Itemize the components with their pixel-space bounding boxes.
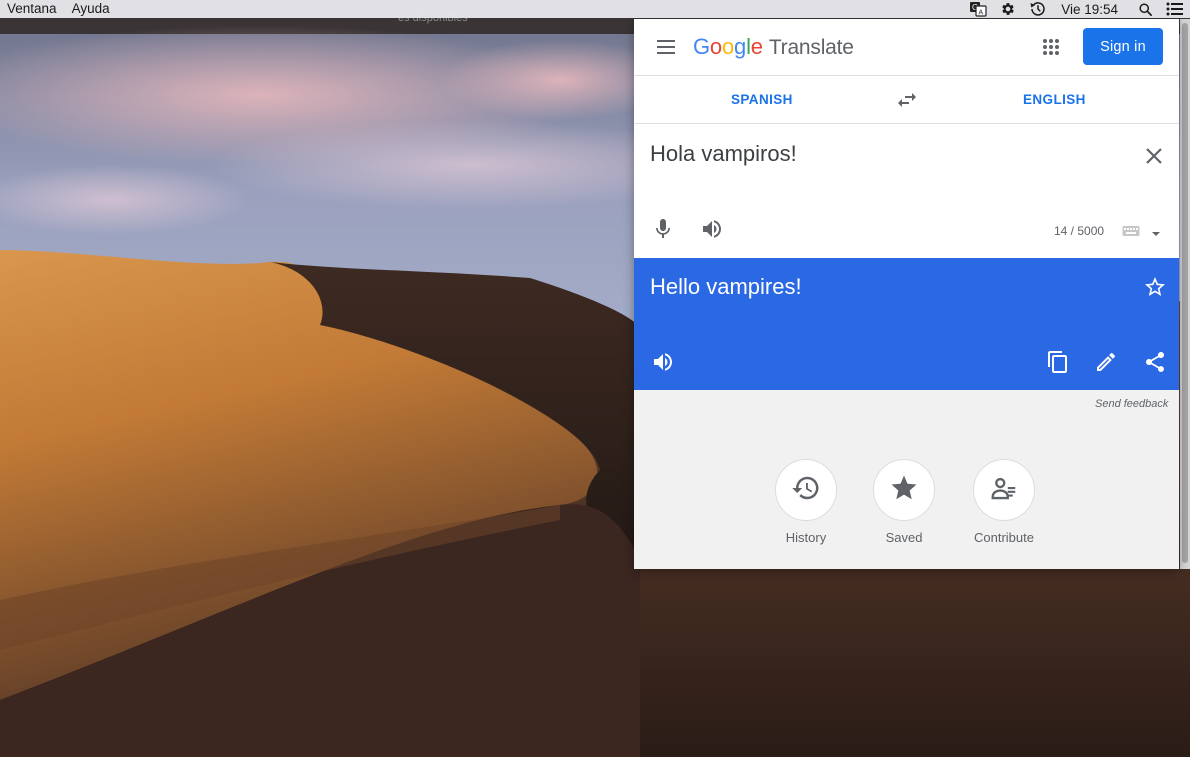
saved-button[interactable]: Saved: [864, 459, 944, 545]
edit-pencil-icon[interactable]: [1094, 350, 1118, 374]
history-label: History: [785, 530, 827, 545]
google-translate-logo[interactable]: Google Translate: [693, 34, 854, 60]
menu-ayuda[interactable]: Ayuda: [65, 1, 118, 17]
chevron-down-icon[interactable]: [1150, 226, 1162, 236]
spotlight-search-icon[interactable]: [1130, 0, 1160, 18]
contribute-button[interactable]: Contribute: [964, 459, 1044, 545]
scrollbar-thumb[interactable]: [1182, 23, 1188, 563]
notification-center-icon[interactable]: [1160, 0, 1190, 18]
svg-text:A: A: [979, 10, 984, 17]
logo-letter: g: [734, 34, 747, 59]
menubar-clock[interactable]: Vie 19:54: [1053, 2, 1130, 17]
gear-icon[interactable]: [993, 0, 1023, 18]
translate-header: Google Translate Sign in: [634, 19, 1179, 76]
sign-in-button[interactable]: Sign in: [1083, 28, 1163, 65]
logo-letter: o: [709, 34, 722, 59]
translate-icon[interactable]: GA: [963, 0, 993, 18]
source-language-button[interactable]: SPANISH: [731, 92, 793, 107]
window-scrollbar[interactable]: [1180, 19, 1190, 569]
history-circle[interactable]: [775, 459, 837, 521]
contribute-icon: [989, 473, 1019, 508]
target-language-button[interactable]: ENGLISH: [1023, 92, 1086, 107]
share-icon[interactable]: [1143, 350, 1167, 374]
history-icon: [791, 473, 821, 508]
send-feedback-link[interactable]: Send feedback: [1095, 398, 1168, 410]
character-count: 14 / 5000: [1054, 224, 1105, 238]
source-text[interactable]: Hola vampiros!: [650, 141, 797, 167]
history-button[interactable]: History: [766, 459, 846, 545]
time-machine-icon[interactable]: [1023, 0, 1053, 18]
menu-ventana[interactable]: Ventana: [0, 1, 65, 17]
saved-label: Saved: [885, 530, 923, 545]
logo-letter: G: [693, 34, 710, 59]
keyboard-icon[interactable]: [1122, 224, 1140, 238]
translation-panel: Hello vampires!: [634, 258, 1179, 390]
hamburger-menu-icon[interactable]: [654, 35, 678, 59]
menu-bar: Ventana Ayuda GA Vie 19:54: [0, 0, 1190, 18]
logo-product-name: Translate: [768, 36, 854, 59]
translate-popup: Google Translate Sign in SPANISH ENGLISH…: [634, 19, 1179, 569]
copy-icon[interactable]: [1046, 350, 1070, 374]
listen-source-icon[interactable]: [700, 217, 724, 241]
logo-letter: e: [750, 34, 763, 59]
language-bar: SPANISH ENGLISH: [634, 76, 1179, 124]
star-outline-icon[interactable]: [1143, 275, 1167, 299]
clear-text-icon[interactable]: [1142, 144, 1166, 168]
microphone-icon[interactable]: [651, 217, 675, 241]
source-text-area[interactable]: Hola vampiros! 14 / 5000: [634, 124, 1179, 258]
listen-translation-icon[interactable]: [651, 350, 675, 374]
logo-letter: o: [721, 34, 735, 59]
translated-text: Hello vampires!: [650, 274, 802, 299]
contribute-circle[interactable]: [973, 459, 1035, 521]
contribute-label: Contribute: [974, 530, 1034, 545]
saved-circle[interactable]: [873, 459, 935, 521]
google-apps-icon[interactable]: [1039, 35, 1063, 59]
swap-languages-icon[interactable]: [895, 88, 919, 112]
star-icon: [889, 473, 919, 508]
